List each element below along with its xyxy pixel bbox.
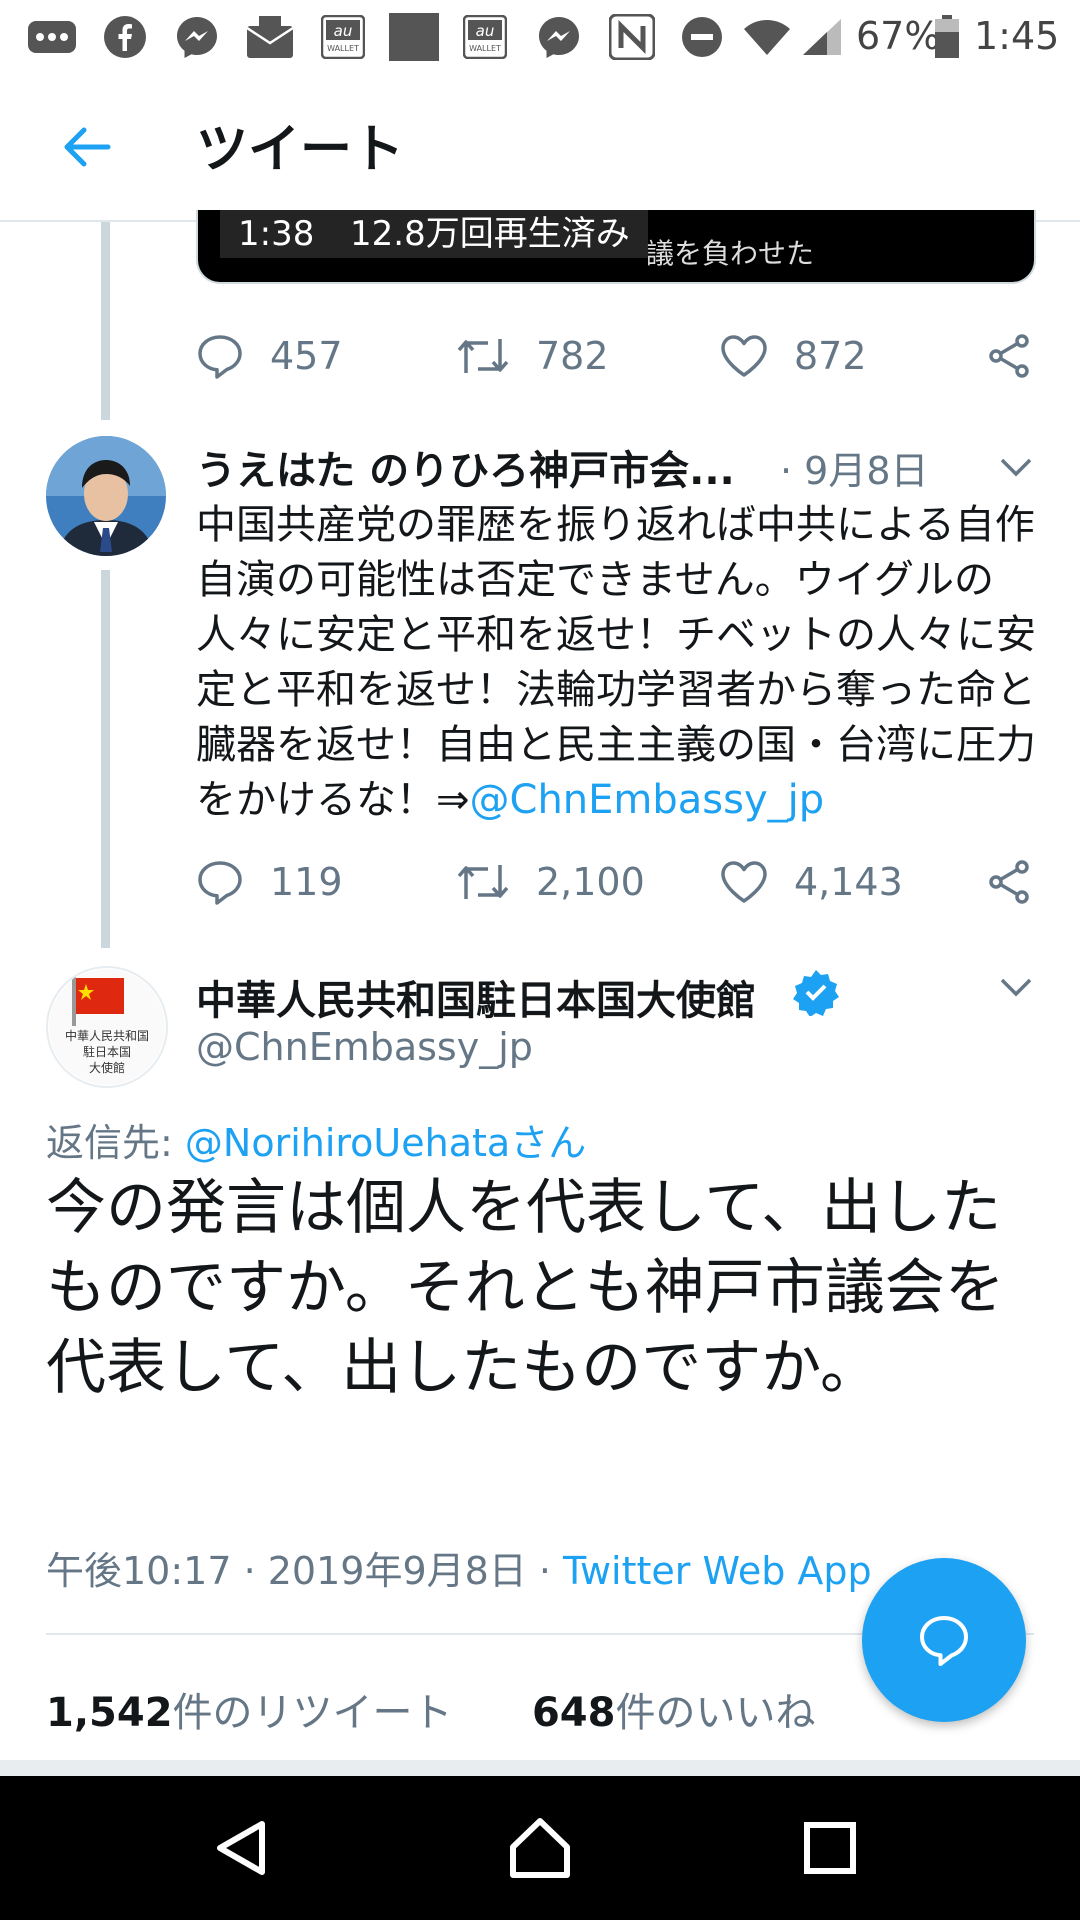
like-button[interactable]: 872: [720, 326, 867, 386]
mail-icon: [244, 14, 296, 60]
messenger-icon: [172, 14, 222, 60]
like-stat[interactable]: 648件のいいね: [532, 1690, 816, 1736]
reply-to-label: 返信先:: [46, 1121, 185, 1165]
clock: 1:45: [974, 14, 1060, 58]
tweet-actions: 457 782 872: [196, 326, 1036, 386]
tweet-source-link[interactable]: Twitter Web App: [563, 1549, 872, 1593]
avatar[interactable]: [46, 436, 166, 556]
reply-button[interactable]: 119: [196, 852, 343, 912]
wifi-icon: [742, 14, 792, 60]
back-arrow-icon[interactable]: [58, 119, 114, 175]
tweet-stats: 1,542件のリツイート 648件のいいね: [46, 1680, 815, 1738]
reply-count: 457: [270, 334, 343, 378]
mention-link[interactable]: @ChnEmbassy_jp: [470, 777, 825, 823]
battery-icon: [932, 14, 962, 60]
like-count: 872: [794, 334, 867, 378]
retweet-total: 1,542: [46, 1690, 173, 1736]
retweet-button[interactable]: 782: [456, 326, 609, 386]
verified-badge-icon: [793, 970, 839, 1016]
svg-text:WALLET: WALLET: [327, 44, 359, 53]
retweet-stat-label: 件のリツイート: [172, 1690, 453, 1736]
tweet-body: 中国共産党の罪歴を振り返れば中共による自作自演の可能性は否定できません。ウイグル…: [196, 498, 1046, 828]
chevron-down-icon[interactable]: [996, 972, 1036, 1002]
like-count: 4,143: [794, 860, 903, 904]
bottom-shadow: [0, 1760, 1080, 1776]
retweet-count: 782: [536, 334, 609, 378]
reply-count: 119: [270, 860, 343, 904]
back-nav-icon[interactable]: [202, 1808, 282, 1888]
au-wallet-icon: au WALLET: [462, 14, 508, 60]
nfc-icon: [608, 14, 656, 60]
tweet-timestamp: 午後10:17 · 2019年9月8日 · Twitter Web App: [46, 1540, 872, 1595]
tweet-actions: 119 2,100 4,143: [196, 852, 1036, 912]
image-icon: [388, 13, 440, 61]
reply-to: 返信先: @NorihiroUehataさん: [46, 1112, 586, 1167]
facebook-icon: [100, 14, 150, 60]
tweet-text: 中国共産党の罪歴を振り返れば中共による自作自演の可能性は否定できません。ウイグル…: [196, 502, 1036, 823]
svg-text:au: au: [334, 22, 353, 40]
share-icon[interactable]: [986, 326, 1058, 386]
reply-to-mention[interactable]: @NorihiroUehata: [185, 1121, 510, 1165]
main-tweet-text: 今の発言は個人を代表して、出したものですか。それとも神戸市議会を代表して、出した…: [46, 1173, 1005, 1403]
reply-fab-button[interactable]: [862, 1558, 1026, 1722]
battery-percent: 67%: [856, 14, 941, 58]
like-stat-label: 件のいいね: [615, 1690, 816, 1736]
reply-to-suffix: さん: [510, 1121, 587, 1165]
video-views: 12.8万回再生済み: [332, 210, 648, 258]
app-bar: ツイート: [0, 75, 1080, 222]
more-icon: [24, 14, 80, 60]
retweet-stat[interactable]: 1,542件のリツイート: [46, 1690, 453, 1736]
do-not-disturb-icon: [678, 14, 726, 60]
tweet-author-name[interactable]: うえはた のりひろ神戸市会...: [196, 438, 735, 496]
like-button[interactable]: 4,143: [720, 852, 903, 912]
tweet-author-name[interactable]: 中華人民共和国駐日本国大使館: [196, 968, 756, 1026]
thread-line: [101, 570, 110, 948]
reply-button[interactable]: 457: [196, 326, 343, 386]
home-nav-icon[interactable]: [500, 1808, 580, 1888]
tweet-date[interactable]: · 9月8日: [780, 440, 929, 495]
recent-apps-nav-icon[interactable]: [790, 1808, 870, 1888]
avatar[interactable]: 中華人民共和国 駐日本国 大使館: [46, 966, 168, 1088]
svg-text:au: au: [476, 22, 495, 40]
compose-reply-icon: [920, 1616, 968, 1666]
status-bar: au WALLET au WALLET 67% 1:45: [0, 0, 1080, 75]
chevron-down-icon[interactable]: [996, 452, 1036, 482]
tweet-author-handle[interactable]: @ChnEmbassy_jp: [196, 1025, 533, 1069]
thread-line: [101, 222, 110, 420]
video-card[interactable]: 議を負わせた 1:38 12.8万回再生済み: [196, 210, 1036, 284]
avatar-label: 駐日本国: [83, 1044, 131, 1059]
signal-icon: [800, 14, 844, 60]
video-subtitle: 議を負わせた: [645, 237, 814, 270]
page-title: ツイート: [196, 120, 405, 180]
retweet-button[interactable]: 2,100: [456, 852, 645, 912]
like-total: 648: [531, 1690, 616, 1736]
au-wallet-icon: au WALLET: [320, 14, 366, 60]
video-duration: 1:38: [220, 210, 333, 258]
timestamp-text: 午後10:17 · 2019年9月8日 ·: [46, 1549, 564, 1593]
system-nav-bar: [0, 1776, 1080, 1920]
avatar-label: 中華人民共和国: [65, 1028, 149, 1043]
avatar-label: 大使館: [89, 1060, 125, 1075]
share-icon[interactable]: [986, 852, 1058, 912]
retweet-count: 2,100: [536, 860, 645, 904]
messenger-icon: [534, 14, 584, 60]
svg-text:WALLET: WALLET: [469, 44, 501, 53]
